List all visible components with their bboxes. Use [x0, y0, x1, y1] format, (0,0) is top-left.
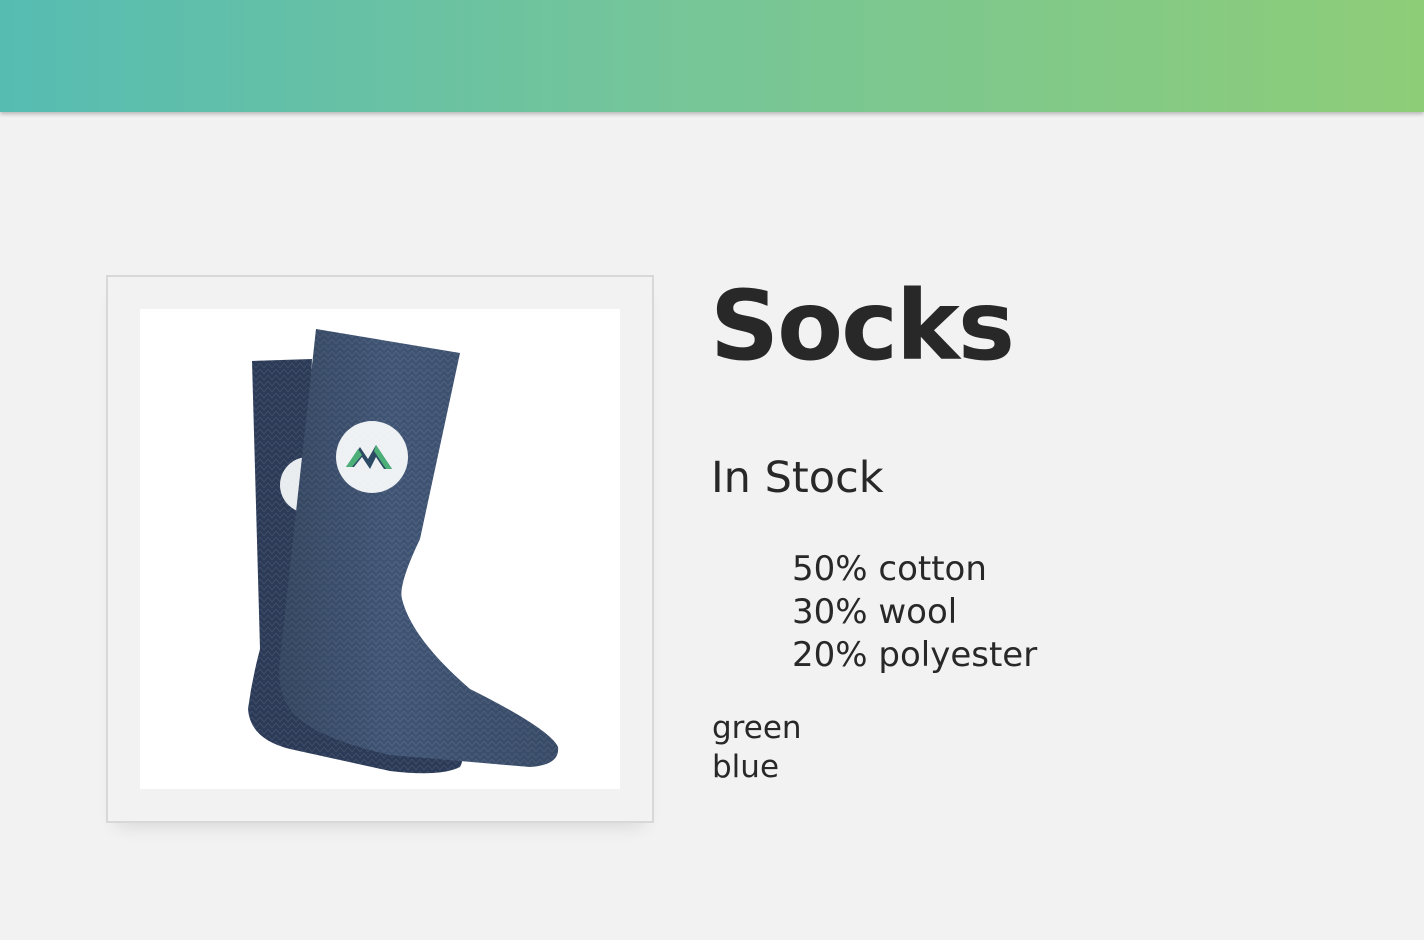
detail-item: 30% wool — [792, 592, 958, 632]
variant-blue[interactable]: blue — [712, 748, 802, 787]
front-sock — [279, 329, 559, 767]
product-image-frame — [106, 275, 654, 823]
product-details-list: 50% cotton 30% wool 20% polyester — [792, 548, 1037, 677]
detail-item: 20% polyester — [792, 635, 1038, 675]
detail-item: 50% cotton — [792, 549, 987, 589]
color-variants: green blue — [712, 709, 802, 787]
product-image — [140, 309, 620, 789]
variant-green[interactable]: green — [712, 709, 802, 748]
stock-status: In Stock — [711, 453, 884, 503]
product-title: Socks — [710, 270, 1015, 382]
nav-bar — [0, 0, 1424, 112]
